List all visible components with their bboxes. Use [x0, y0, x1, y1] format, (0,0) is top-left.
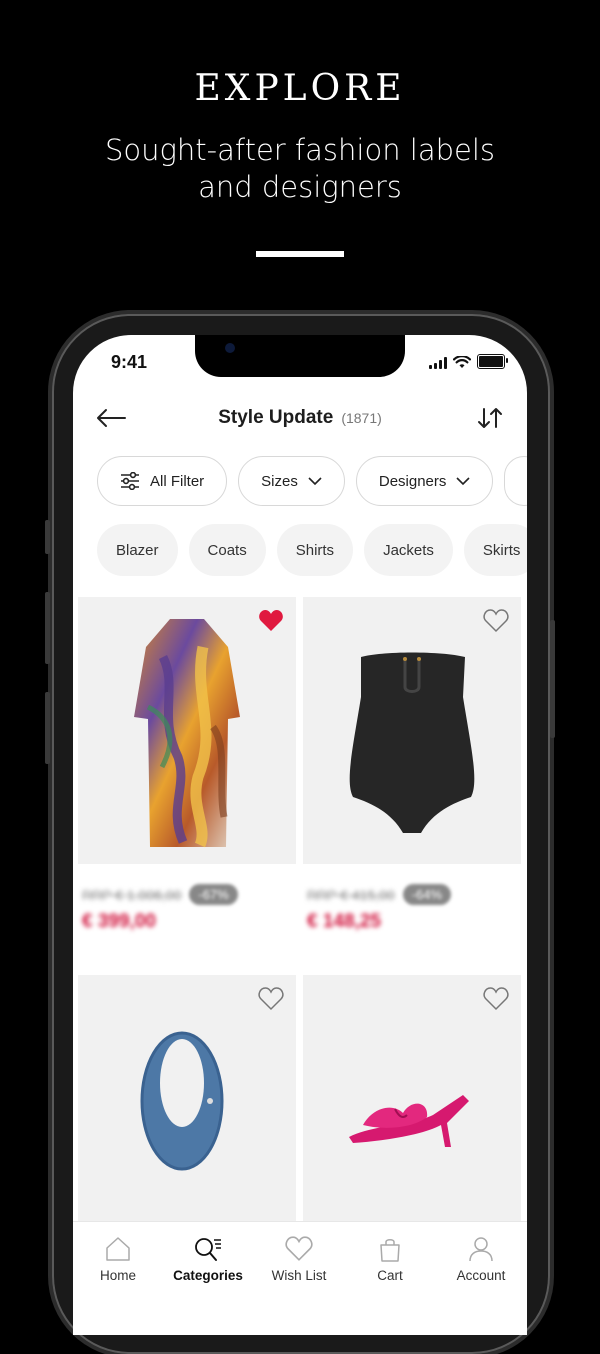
- tab-account-label: Account: [456, 1268, 506, 1283]
- phone-mute-switch: [45, 520, 50, 554]
- rrp-price: RRP € 415,00: [307, 886, 395, 903]
- wishlist-heart-icon[interactable]: [483, 609, 509, 633]
- designers-dropdown[interactable]: Designers: [355, 456, 494, 506]
- tab-bar: Home Categories Wish List Cart Account: [73, 1221, 527, 1335]
- chevron-down-icon: [456, 476, 470, 485]
- hero-title: EXPLORE: [194, 68, 406, 109]
- wishlist-heart-icon[interactable]: [258, 987, 284, 1011]
- sort-button[interactable]: [475, 403, 505, 433]
- kaftan-dress-image: [134, 619, 240, 848]
- category-chip[interactable]: Skirts: [463, 524, 527, 576]
- sort-icon: [478, 408, 502, 428]
- category-chip[interactable]: Jackets: [364, 524, 453, 576]
- status-icons: [429, 354, 508, 369]
- rrp-price: RRP € 1.006,00: [82, 886, 182, 903]
- denim-bag-image: [140, 1031, 224, 1171]
- phone-power-button: [550, 620, 555, 738]
- swimsuit-image: [349, 652, 475, 833]
- status-time: 9:41: [111, 352, 148, 372]
- discount-badge: -67%: [189, 884, 238, 905]
- all-filter-label: All Filter: [150, 472, 205, 490]
- phone-volume-up: [45, 592, 50, 664]
- sizes-label: Sizes: [261, 472, 298, 490]
- product-card[interactable]: [78, 975, 296, 1225]
- product-card[interactable]: [303, 975, 521, 1225]
- sale-price: € 399,00: [82, 911, 156, 932]
- bag-icon: [380, 1239, 400, 1262]
- price-row: RRP € 415,00 -64%: [307, 884, 521, 905]
- page-title-text: Style Update: [218, 407, 334, 428]
- cellular-signal-icon: [429, 357, 447, 369]
- app-screen: 9:41 Style Update (1871) All Filter Size…: [73, 335, 527, 1335]
- person-icon: [469, 1237, 493, 1262]
- hero-subtitle-line1: Sought-after fashion labels: [104, 133, 496, 167]
- product-card[interactable]: RRP € 415,00 -64% € 148,25: [303, 597, 521, 933]
- product-image[interactable]: [303, 975, 521, 1225]
- tab-cart-label: Cart: [377, 1268, 403, 1283]
- nav-bar: Style Update (1871): [73, 393, 527, 443]
- pink-sandal-image: [349, 1095, 469, 1147]
- categories-icon: [195, 1238, 221, 1261]
- more-filter-chip[interactable]: [504, 456, 527, 506]
- hero-divider: [256, 251, 344, 257]
- hero-subtitle: Sought-after fashion labels and designer…: [0, 132, 600, 206]
- phone-volume-down: [45, 692, 50, 764]
- tab-wish-list-label: Wish List: [271, 1268, 327, 1283]
- tab-wish-list[interactable]: Wish List: [254, 1236, 344, 1283]
- tab-categories[interactable]: Categories: [163, 1236, 253, 1283]
- discount-badge: -64%: [402, 884, 452, 905]
- category-chip[interactable]: Shirts: [276, 524, 354, 576]
- wishlist-heart-icon[interactable]: [483, 987, 509, 1011]
- price-row: RRP € 1.006,00 -67%: [82, 884, 296, 905]
- filter-sliders-icon: [121, 472, 139, 490]
- designers-label: Designers: [378, 472, 447, 490]
- battery-icon: [477, 354, 508, 369]
- home-icon: [106, 1237, 130, 1261]
- tab-cart[interactable]: Cart: [345, 1236, 435, 1283]
- chevron-down-icon: [308, 476, 322, 485]
- tab-account[interactable]: Account: [436, 1236, 526, 1283]
- category-chips: Blazer Coats Shirts Jackets Skirts: [97, 524, 527, 576]
- tab-home[interactable]: Home: [73, 1236, 163, 1283]
- filter-bar: All Filter Sizes Designers: [97, 456, 527, 506]
- wishlist-heart-filled-icon[interactable]: [258, 609, 284, 633]
- front-camera: [225, 343, 235, 353]
- product-image[interactable]: [78, 975, 296, 1225]
- wifi-icon: [453, 356, 471, 368]
- product-image[interactable]: [303, 597, 521, 864]
- product-card[interactable]: RRP € 1.006,00 -67% € 399,00: [78, 597, 296, 933]
- product-image[interactable]: [78, 597, 296, 864]
- sizes-dropdown[interactable]: Sizes: [238, 456, 345, 506]
- phone-notch: [195, 335, 405, 377]
- hero-subtitle-line2: and designers: [198, 170, 402, 204]
- sale-price: € 148,25: [307, 911, 381, 932]
- page-title: Style Update (1871): [73, 407, 527, 429]
- all-filter-button[interactable]: All Filter: [97, 456, 228, 506]
- result-count: (1871): [341, 410, 382, 426]
- heart-icon: [285, 1236, 313, 1261]
- tab-categories-label: Categories: [173, 1268, 243, 1283]
- category-chip[interactable]: Blazer: [97, 524, 178, 576]
- category-chip[interactable]: Coats: [188, 524, 266, 576]
- tab-home-label: Home: [99, 1268, 136, 1283]
